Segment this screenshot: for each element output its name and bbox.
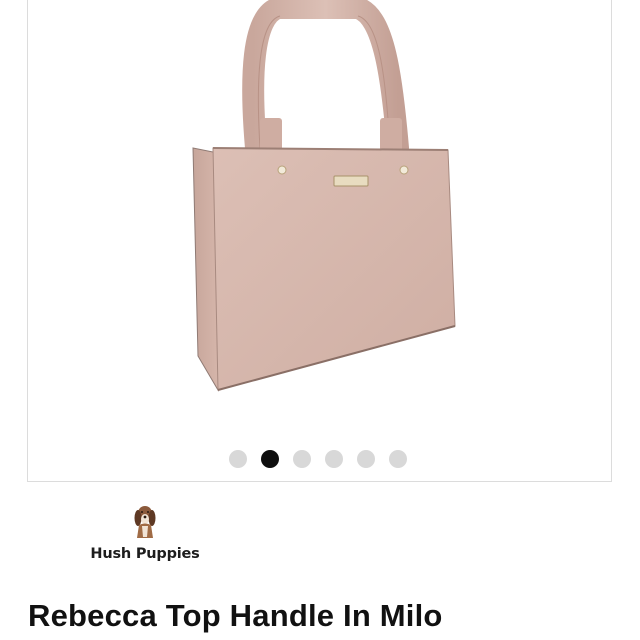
product-title: Rebecca Top Handle In Milo [28,598,443,633]
product-image[interactable] [28,0,613,438]
carousel-dots [26,450,609,468]
carousel-dot-active[interactable] [260,450,279,468]
product-image-gallery[interactable] [27,0,612,482]
carousel-dot[interactable] [292,450,311,468]
brand-logo[interactable]: Hush Puppies [80,504,210,562]
carousel-dot[interactable] [356,450,375,468]
brand-name: Hush Puppies [90,546,200,562]
basset-hound-icon [134,506,156,538]
carousel-dot[interactable] [228,450,247,468]
carousel-dot[interactable] [324,450,343,468]
carousel-dot[interactable] [388,450,407,468]
